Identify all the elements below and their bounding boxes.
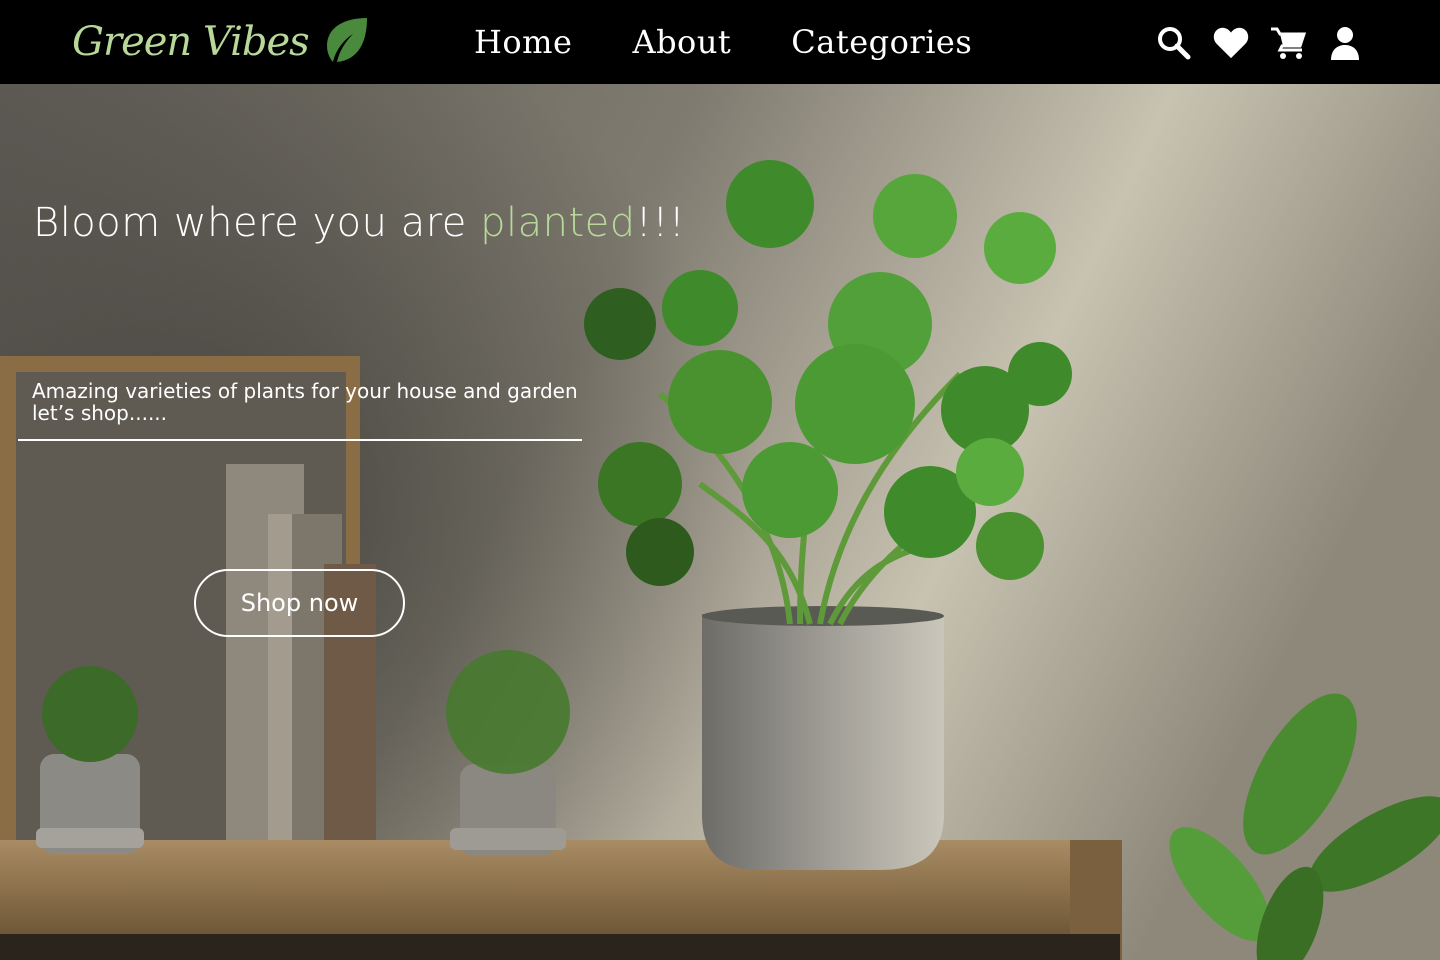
tagline-divider [18,439,582,441]
tagline-line-2: let’s shop...... [32,401,168,425]
user-icon[interactable] [1327,24,1363,62]
hero-headline: Bloom where you are planted!!! [33,200,685,246]
nav-about[interactable]: About [632,20,731,64]
navbar: Green Vibes Home About Categories [0,0,1440,84]
leaf-icon [323,16,369,68]
main-nav: Home About Categories [474,20,972,64]
headline-text: Bloom where you are [33,200,481,246]
logo[interactable]: Green Vibes [72,10,369,74]
logo-text: Green Vibes [72,19,310,65]
heart-icon[interactable] [1213,24,1249,62]
headline-suffix: !!! [635,200,686,246]
headline-accent: planted [480,200,636,246]
nav-icons [1156,24,1363,62]
tagline-line-1: Amazing varieties of plants for your hou… [32,379,578,403]
shop-now-button[interactable]: Shop now [194,569,405,637]
hero-section: Bloom where you are planted!!! Amazing v… [0,84,1440,960]
cart-icon[interactable] [1270,24,1306,62]
search-icon[interactable] [1156,24,1192,62]
nav-categories[interactable]: Categories [791,20,972,64]
hero-tagline: Amazing varieties of plants for your hou… [32,380,592,424]
nav-home[interactable]: Home [474,20,572,64]
